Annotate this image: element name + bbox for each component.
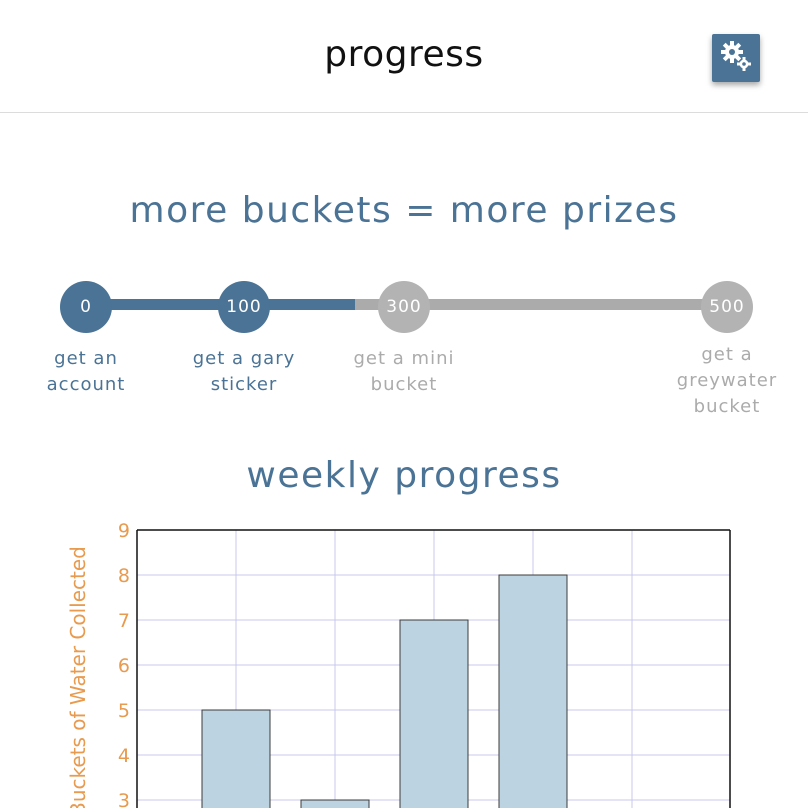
milestone-label-500: get a greywater bucket — [676, 344, 778, 417]
y-tick-label: 7 — [118, 610, 130, 632]
milestones-title: more buckets = more prizes — [129, 190, 679, 231]
bar-chart-svg: 3 4 5 6 7 8 9 Buckets of Water Collected — [66, 520, 731, 808]
weekly-progress-chart: 3 4 5 6 7 8 9 Buckets of Water Collected — [0, 505, 808, 808]
app-header: progress — [0, 0, 808, 113]
milestone-node-300: 300 — [378, 281, 430, 333]
y-tick-label: 8 — [118, 565, 130, 587]
y-tick-label: 5 — [118, 700, 130, 722]
settings-button[interactable] — [712, 34, 760, 82]
milestone-label-0: get an account — [46, 348, 126, 395]
milestone-label-100: get a gary sticker — [192, 348, 296, 395]
bar — [300, 799, 370, 808]
y-tick-label: 3 — [118, 790, 130, 808]
bar — [201, 709, 271, 808]
y-tick-label: 6 — [118, 655, 130, 677]
page-title: progress — [324, 34, 484, 75]
milestone-node-0: 0 — [60, 281, 112, 333]
y-tick-label: 4 — [118, 745, 130, 767]
gears-icon — [719, 39, 753, 77]
milestone-label-300: get a mini bucket — [353, 348, 455, 395]
milestone-node-500: 500 — [701, 281, 753, 333]
milestone-node-100: 100 — [218, 281, 270, 333]
weekly-progress-title: weekly progress — [246, 455, 562, 496]
bar — [498, 574, 568, 808]
y-axis-label: Buckets of Water Collected — [66, 546, 90, 808]
bar — [399, 619, 469, 808]
y-tick-label: 9 — [118, 520, 130, 542]
